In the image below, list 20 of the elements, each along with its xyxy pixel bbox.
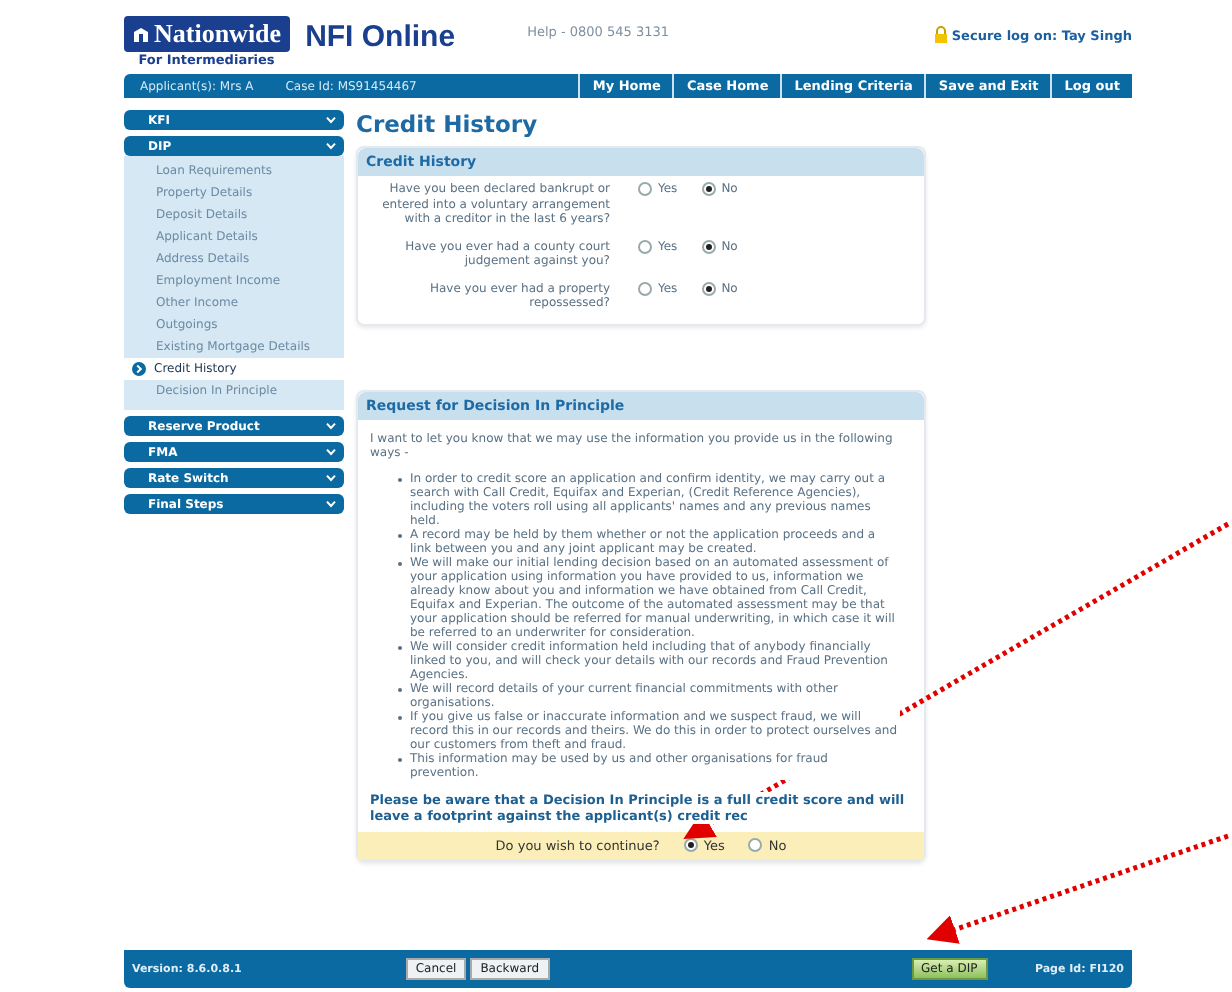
padlock-icon <box>933 26 948 44</box>
arrow-circle-icon <box>132 362 146 376</box>
radio-button[interactable] <box>701 239 716 253</box>
radio-button[interactable] <box>683 838 698 852</box>
chevron-down-icon <box>326 448 336 456</box>
chevron-down-icon <box>326 500 336 508</box>
chevron-down-icon <box>326 422 336 430</box>
page-title: Credit History <box>356 110 540 138</box>
radio-button[interactable] <box>638 239 652 253</box>
chevron-down-icon <box>326 116 336 124</box>
logo: Nationwide <box>124 16 290 52</box>
radio-button[interactable] <box>638 281 652 295</box>
radio-button[interactable] <box>701 281 716 295</box>
radio-button[interactable] <box>701 182 716 196</box>
chevron-down-icon <box>326 474 336 482</box>
logo-icon <box>132 25 150 43</box>
app-title: NFI Online <box>305 20 456 54</box>
radio-button[interactable] <box>638 182 652 196</box>
chevron-down-icon <box>326 142 336 150</box>
radio-button[interactable] <box>748 838 763 852</box>
